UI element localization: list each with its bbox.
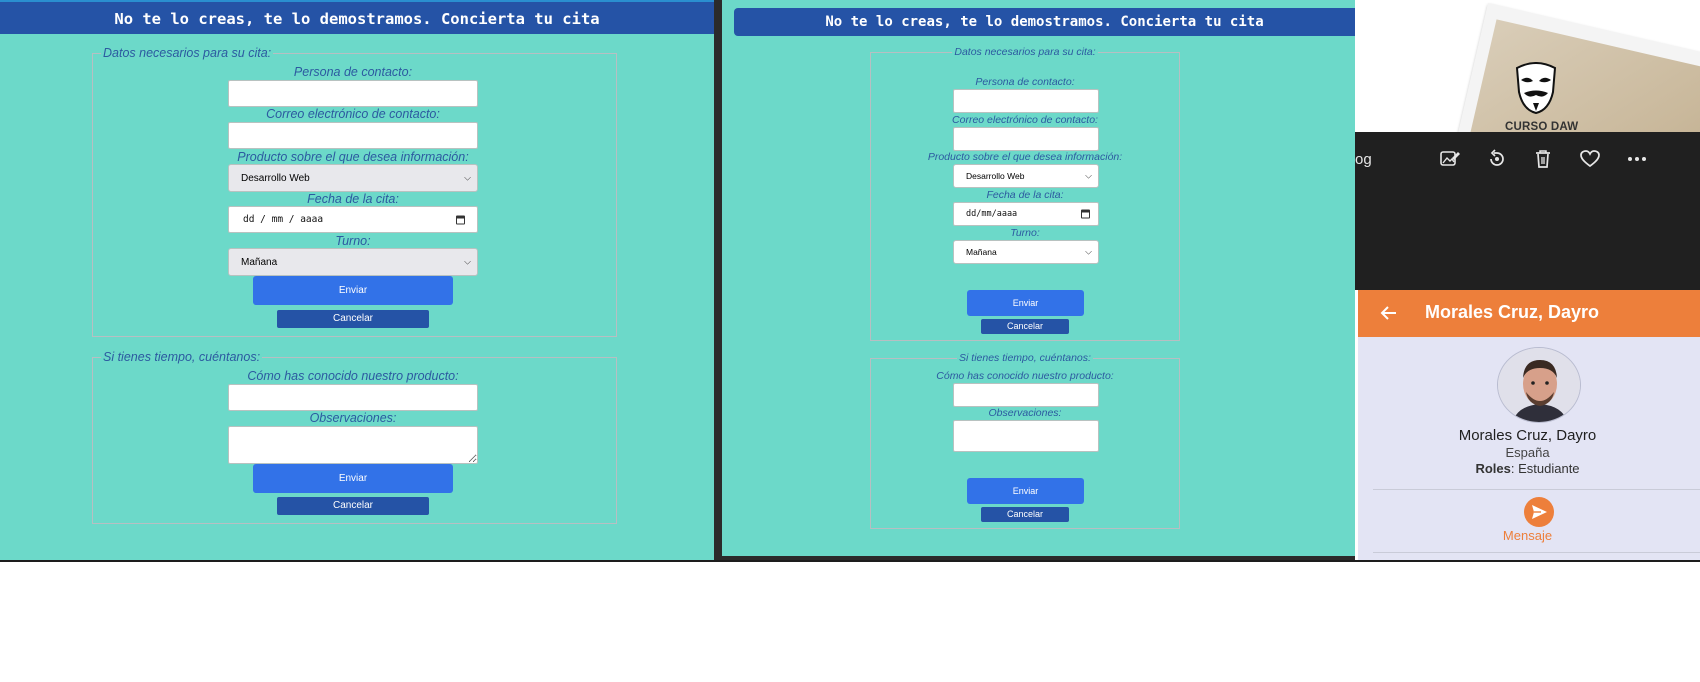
date-input[interactable]: dd/mm/aaaa bbox=[953, 202, 1099, 226]
anonymous-mask-icon bbox=[1515, 62, 1557, 114]
product-select[interactable]: Desarrollo Web ⌵ bbox=[953, 164, 1099, 188]
contact-email-input[interactable] bbox=[228, 122, 478, 149]
date-label: Fecha de la cita: bbox=[307, 192, 399, 206]
chevron-down-icon: ⌵ bbox=[1085, 246, 1092, 257]
rotate-icon[interactable] bbox=[1486, 148, 1508, 170]
send-icon bbox=[1532, 505, 1547, 519]
product-select-value: Desarrollo Web bbox=[966, 171, 1025, 181]
contact-email-label: Correo electrónico de contacto: bbox=[952, 114, 1098, 126]
notes-textarea[interactable] bbox=[953, 420, 1099, 452]
trash-icon[interactable] bbox=[1532, 148, 1554, 170]
appointment-form-narrow-panel: No te lo creas, te lo demostramos. Conci… bbox=[721, 0, 1355, 561]
form-narrow-viewport: No te lo creas, te lo demostramos. Conci… bbox=[722, 0, 1355, 556]
notes-label: Observaciones: bbox=[309, 411, 397, 425]
appointment-form-wide-panel: No te lo creas, te lo demostramos. Conci… bbox=[0, 0, 714, 561]
shift-label: Turno: bbox=[1010, 227, 1040, 239]
heart-icon[interactable] bbox=[1579, 148, 1601, 170]
date-placeholder: dd / mm / aaaa bbox=[243, 214, 324, 225]
roles-value: : Estudiante bbox=[1510, 461, 1580, 476]
date-placeholder: dd/mm/aaaa bbox=[966, 209, 1018, 219]
photo-area: CURSO DAW bbox=[1355, 0, 1700, 266]
form-header-title: No te lo creas, te lo demostramos. Conci… bbox=[0, 0, 714, 34]
roles-label: Roles bbox=[1475, 461, 1511, 476]
toolbar-partial-text: og bbox=[1355, 151, 1372, 168]
form-header-title: No te lo creas, te lo demostramos. Conci… bbox=[734, 8, 1355, 36]
how-known-label: Cómo has conocido nuestro producto: bbox=[247, 369, 459, 383]
notes-label: Observaciones: bbox=[988, 407, 1062, 419]
how-known-input[interactable] bbox=[228, 384, 478, 411]
send-button[interactable]: Enviar bbox=[967, 478, 1084, 504]
phone-screenshot-panel: CURSO DAW og Morales Cruz, Dayro Morales… bbox=[1355, 0, 1700, 561]
send-button[interactable]: Enviar bbox=[967, 290, 1084, 316]
profile-name: Morales Cruz, Dayro bbox=[1458, 427, 1597, 444]
send-button[interactable]: Enviar bbox=[253, 464, 453, 493]
product-label: Producto sobre el que desea información: bbox=[237, 150, 469, 164]
contact-email-label: Correo electrónico de contacto: bbox=[266, 107, 440, 121]
cancel-button[interactable]: Cancelar bbox=[981, 507, 1069, 522]
date-input[interactable]: dd / mm / aaaa bbox=[228, 206, 478, 233]
cancel-button[interactable]: Cancelar bbox=[277, 497, 429, 515]
screenshot-bottom-border bbox=[0, 560, 1700, 562]
chevron-down-icon: ⌵ bbox=[464, 172, 471, 183]
notes-textarea[interactable] bbox=[228, 426, 478, 464]
message-label[interactable]: Mensaje bbox=[1355, 528, 1700, 543]
appointment-data-legend: Datos necesarios para su cita: bbox=[954, 46, 1096, 58]
more-icon[interactable] bbox=[1626, 148, 1648, 170]
contact-person-input[interactable] bbox=[228, 80, 478, 107]
send-button[interactable]: Enviar bbox=[253, 276, 453, 305]
shift-label: Turno: bbox=[335, 234, 371, 248]
shift-select-value: Mañana bbox=[241, 256, 278, 268]
cancel-button[interactable]: Cancelar bbox=[277, 310, 429, 328]
divider bbox=[1373, 489, 1700, 490]
profile-roles: Roles: Estudiante bbox=[1355, 461, 1700, 476]
contact-email-input[interactable] bbox=[953, 127, 1099, 151]
chevron-down-icon: ⌵ bbox=[464, 256, 471, 267]
profile-header-title: Morales Cruz, Dayro bbox=[1425, 302, 1600, 322]
photo-viewer-toolbar bbox=[1355, 132, 1700, 290]
calendar-icon[interactable] bbox=[456, 215, 465, 224]
back-arrow-icon[interactable] bbox=[1379, 303, 1399, 323]
contact-person-label: Persona de contacto: bbox=[293, 65, 413, 79]
shift-select[interactable]: Mañana ⌵ bbox=[228, 248, 478, 276]
extra-info-legend: Si tienes tiempo, cuéntanos: bbox=[959, 352, 1091, 364]
calendar-icon[interactable] bbox=[1081, 209, 1090, 219]
edit-image-icon[interactable] bbox=[1439, 148, 1461, 170]
product-select[interactable]: Desarrollo Web ⌵ bbox=[228, 164, 478, 192]
cancel-button[interactable]: Cancelar bbox=[981, 319, 1069, 334]
shift-select[interactable]: Mañana ⌵ bbox=[953, 240, 1099, 264]
contact-person-label: Persona de contacto: bbox=[975, 76, 1075, 88]
product-label: Producto sobre el que desea información: bbox=[927, 151, 1123, 163]
extra-info-legend: Si tienes tiempo, cuéntanos: bbox=[103, 350, 261, 364]
avatar-photo bbox=[1498, 348, 1580, 422]
how-known-input[interactable] bbox=[953, 383, 1099, 407]
how-known-label: Cómo has conocido nuestro producto: bbox=[936, 370, 1114, 382]
profile-country: España bbox=[1505, 445, 1550, 460]
shift-select-value: Mañana bbox=[966, 247, 997, 257]
divider bbox=[1373, 552, 1700, 553]
message-button[interactable] bbox=[1524, 497, 1554, 527]
contact-person-input[interactable] bbox=[953, 89, 1099, 113]
product-select-value: Desarrollo Web bbox=[241, 172, 310, 184]
date-label: Fecha de la cita: bbox=[986, 189, 1064, 201]
avatar bbox=[1497, 347, 1581, 423]
chevron-down-icon: ⌵ bbox=[1085, 170, 1092, 181]
appointment-data-legend: Datos necesarios para su cita: bbox=[103, 46, 272, 60]
